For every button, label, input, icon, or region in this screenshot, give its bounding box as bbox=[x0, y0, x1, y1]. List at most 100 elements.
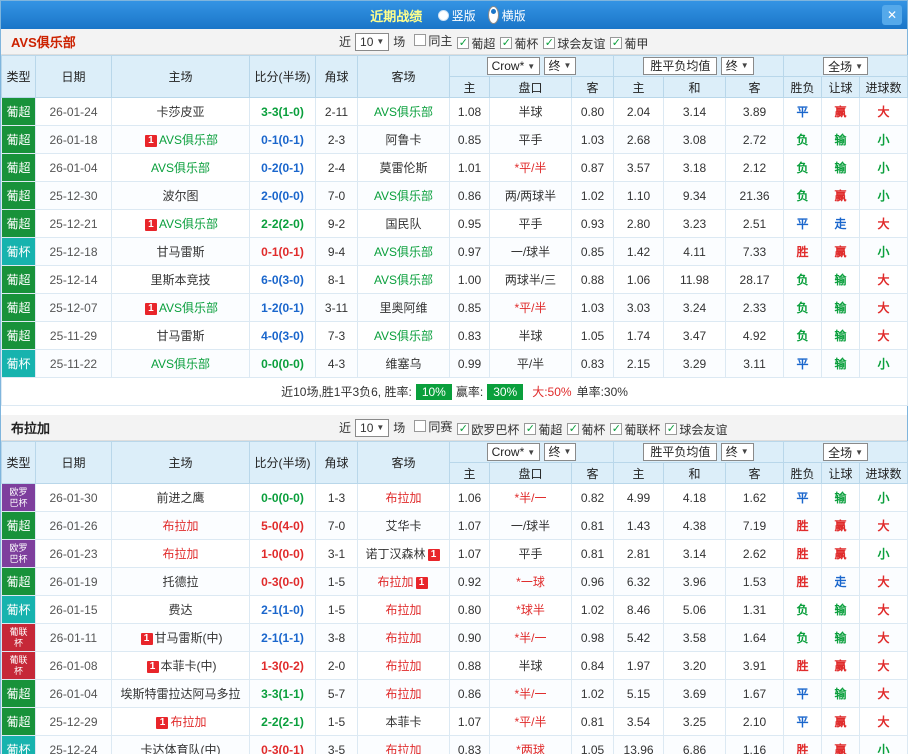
checkbox-checked-icon: ✓ bbox=[610, 423, 623, 435]
handicap-result-cell: 赢 bbox=[821, 511, 861, 540]
handicap: 两球半/三 bbox=[489, 265, 572, 294]
result-cell: 负 bbox=[783, 153, 823, 182]
red-card-badge: 1 bbox=[415, 577, 428, 589]
match-date: 25-11-22 bbox=[35, 349, 112, 378]
match-row: 葡超 26-01-18 1 AVS俱乐部 0-1(0-1) 2-3 阿鲁卡 0.85 平手 1.0… bbox=[1, 125, 908, 154]
avg-final-select[interactable]: 终 ▼ bbox=[720, 442, 754, 461]
layout-radio-option[interactable]: 竖版 bbox=[437, 7, 476, 24]
match-score: 1-2(0-1) bbox=[249, 293, 316, 322]
filter-checkbox[interactable]: ✓ 葡杯 bbox=[567, 421, 605, 438]
layout-radio-selected[interactable]: 横版 bbox=[487, 6, 526, 24]
filter-checkbox[interactable]: ✓ 球会友谊 bbox=[665, 421, 727, 438]
games-label: 场 bbox=[393, 35, 406, 49]
red-card-badge: 1 bbox=[156, 717, 169, 729]
close-button[interactable]: ✕ bbox=[882, 5, 902, 25]
match-row: 葡超 26-01-24 卡莎皮亚 3-3(1-0) 2-11 AVS俱乐部 1.08 半球 0.… bbox=[1, 97, 908, 126]
handicap-result-cell: 输 bbox=[821, 321, 861, 350]
sub-header-avg-draw: 和 bbox=[663, 462, 727, 484]
filter-checkbox[interactable]: 同赛 bbox=[414, 418, 452, 435]
match-row: 葡杯 26-01-15 费达 2-1(1-0) 1-5 布拉加 0.80 *球半 1.02 8.4… bbox=[1, 595, 908, 624]
result-cell: 胜 bbox=[783, 511, 823, 540]
sub-header-goals: 进球数 bbox=[859, 76, 908, 98]
result-cell: 负 bbox=[783, 181, 823, 210]
filter-checkbox-group: 同赛 ✓ 欧罗巴杯 ✓ 葡超 ✓ 葡杯 ✓ 葡联杯 ✓ 球会友谊 bbox=[409, 418, 727, 438]
away-team: 布拉加 bbox=[385, 631, 422, 645]
result-cell: 负 bbox=[783, 293, 823, 322]
league-type-badge: 葡杯 bbox=[1, 349, 36, 378]
avg-draw: 3.20 bbox=[663, 651, 727, 680]
away-odds: 0.85 bbox=[570, 237, 615, 266]
final-odds-select[interactable]: 终 ▼ bbox=[543, 56, 577, 75]
result-cell: 负 bbox=[783, 125, 823, 154]
goals-cell: 小 bbox=[859, 735, 908, 754]
league-type-badge: 葡联杯 bbox=[1, 623, 36, 652]
away-odds: 1.03 bbox=[570, 125, 615, 154]
avg-draw: 3.14 bbox=[663, 97, 727, 126]
red-card-badge: 1 bbox=[144, 303, 157, 315]
filter-checkbox[interactable]: ✓ 欧罗巴杯 bbox=[457, 421, 519, 438]
corner-score: 2-0 bbox=[315, 651, 358, 680]
goals-cell: 大 bbox=[859, 651, 908, 680]
match-date: 25-12-29 bbox=[35, 707, 112, 736]
avg-odds-label[interactable]: 胜平负均值 bbox=[643, 443, 718, 462]
avg-home: 2.04 bbox=[613, 97, 665, 126]
filter-checkbox[interactable]: ✓ 葡联杯 bbox=[610, 421, 660, 438]
away-odds: 0.96 bbox=[570, 567, 615, 596]
handicap: *平/半 bbox=[489, 153, 572, 182]
fullmatch-select[interactable]: 全场 ▼ bbox=[823, 57, 869, 75]
handicap: 平手 bbox=[489, 125, 572, 154]
checkbox-unchecked-icon bbox=[414, 34, 427, 46]
league-type-badge: 葡杯 bbox=[1, 595, 36, 624]
match-score: 0-3(0-1) bbox=[249, 735, 316, 754]
handicap: *两球 bbox=[489, 735, 572, 754]
avg-draw: 3.08 bbox=[663, 125, 727, 154]
filter-checkbox[interactable]: ✓ 葡超 bbox=[457, 35, 495, 52]
handicap-result-cell: 赢 bbox=[821, 735, 861, 754]
home-odds: 1.07 bbox=[449, 511, 490, 540]
goals-cell: 大 bbox=[859, 567, 908, 596]
match-count-value: 10 bbox=[360, 420, 374, 435]
match-date: 26-01-26 bbox=[35, 511, 112, 540]
away-team: 里奥阿维 bbox=[379, 301, 428, 315]
avg-home: 2.80 bbox=[613, 209, 665, 238]
avg-final-select[interactable]: 终 ▼ bbox=[720, 56, 754, 75]
fullmatch-select[interactable]: 全场 ▼ bbox=[823, 443, 869, 461]
handicap: 平手 bbox=[489, 209, 572, 238]
league-type-badge: 欧罗巴杯 bbox=[1, 483, 36, 512]
checkbox-label: 葡超 bbox=[538, 422, 563, 437]
red-card-badge: 1 bbox=[144, 219, 157, 231]
avg-draw: 3.18 bbox=[663, 153, 727, 182]
corner-score: 7-3 bbox=[315, 321, 358, 350]
goals-cell: 大 bbox=[859, 707, 908, 736]
bookmaker-select[interactable]: Crow* ▼ bbox=[486, 443, 541, 462]
avg-odds-label[interactable]: 胜平负均值 bbox=[643, 57, 718, 76]
match-count-select[interactable]: 10 ▼ bbox=[355, 418, 390, 437]
away-team: 布拉加 bbox=[385, 491, 422, 505]
match-score: 0-1(0-1) bbox=[249, 125, 316, 154]
filter-checkbox[interactable]: ✓ 葡杯 bbox=[500, 35, 538, 52]
layout-radio-group: 竖版 横版 bbox=[437, 6, 538, 24]
match-row: 葡联杯 26-01-08 1 本菲卡(中) 1-3(0-2) 2-0 布拉加 0.88 半球 0.… bbox=[1, 651, 908, 680]
match-count-select[interactable]: 10 ▼ bbox=[355, 32, 390, 51]
match-date: 26-01-15 bbox=[35, 595, 112, 624]
away-odds: 1.05 bbox=[570, 321, 615, 350]
filter-checkbox[interactable]: ✓ 葡甲 bbox=[610, 35, 648, 52]
sub-header-avg-home: 主 bbox=[613, 76, 665, 98]
filter-checkbox[interactable]: ✓ 葡超 bbox=[524, 421, 562, 438]
radio-icon bbox=[437, 9, 449, 21]
bookmaker-value: Crow* bbox=[491, 59, 525, 74]
filter-checkbox[interactable]: 同主 bbox=[414, 32, 452, 49]
checkbox-label: 葡超 bbox=[471, 36, 496, 51]
filter-checkbox[interactable]: ✓ 球会友谊 bbox=[543, 35, 605, 52]
match-row: 葡杯 25-12-18 甘马雷斯 0-1(0-1) 9-4 AVS俱乐部 0.97 一/球半 0… bbox=[1, 237, 908, 266]
win-rate-badge: 10% bbox=[415, 384, 452, 400]
away-team: 诺丁汉森林 bbox=[365, 547, 426, 561]
handicap-result-cell: 赢 bbox=[821, 651, 861, 680]
avg-home: 5.42 bbox=[613, 623, 665, 652]
bookmaker-select[interactable]: Crow* ▼ bbox=[486, 57, 541, 76]
final-value: 终 bbox=[548, 59, 561, 74]
away-team: 莫雷伦斯 bbox=[379, 161, 428, 175]
final-odds-select[interactable]: 终 ▼ bbox=[543, 442, 577, 461]
match-date: 26-01-23 bbox=[35, 539, 112, 568]
checkbox-checked-icon: ✓ bbox=[610, 37, 623, 49]
